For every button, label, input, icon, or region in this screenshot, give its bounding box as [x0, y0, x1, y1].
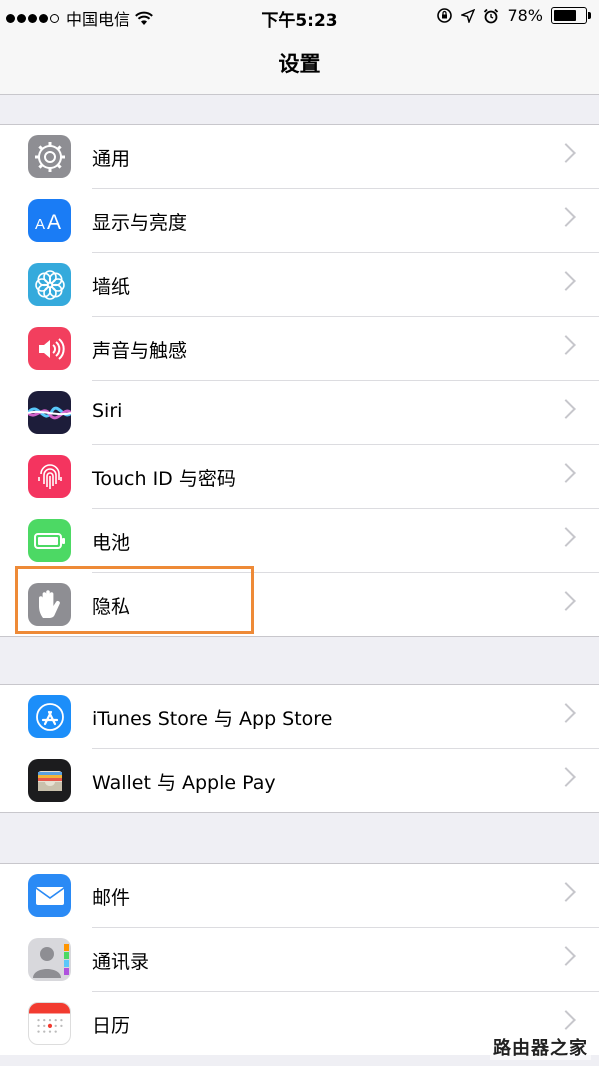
siri-icon: [28, 391, 71, 434]
settings-group-3: 邮件 通讯录 日历: [0, 863, 599, 1055]
status-right: 78%: [436, 6, 591, 25]
settings-item-siri[interactable]: Siri: [28, 381, 599, 445]
battery-icon: [28, 519, 71, 562]
gear-icon: [28, 135, 71, 178]
alarm-icon: [484, 8, 499, 23]
rotation-lock-icon: [437, 8, 453, 23]
watermark: 路由器之家: [490, 1034, 591, 1060]
calendar-icon: [28, 1002, 71, 1045]
settings-item-label: iTunes Store 与 App Store: [92, 708, 333, 730]
settings-group-1: 通用 A A 显示与亮度 墙纸 声音与触感 Siri Touch ID 与密码 …: [0, 124, 599, 637]
status-bar: 中国电信 下午5:23 78%: [0, 0, 599, 32]
chevron-right-icon: [556, 946, 576, 966]
battery-icon: [551, 7, 591, 24]
chevron-right-icon: [556, 767, 576, 787]
settings-item-itunes-app-store[interactable]: iTunes Store 与 App Store: [28, 685, 599, 749]
app-store-icon: [28, 695, 71, 738]
settings-item-label: 墙纸: [92, 276, 131, 298]
battery-percent: 78%: [507, 6, 543, 25]
flower-icon: [28, 263, 71, 306]
svg-text:A: A: [35, 216, 45, 233]
page-title: 设置: [278, 52, 321, 76]
settings-item-label: 隐私: [92, 596, 131, 618]
chevron-right-icon: [556, 882, 576, 902]
chevron-right-icon: [556, 271, 576, 291]
settings-item-contacts[interactable]: 通讯录: [28, 928, 599, 992]
settings-item-privacy[interactable]: 隐私: [28, 573, 599, 636]
settings-item-general[interactable]: 通用: [28, 125, 599, 189]
hand-icon: [28, 583, 71, 626]
settings-item-touch-id-passcode[interactable]: Touch ID 与密码: [28, 445, 599, 509]
chevron-right-icon: [556, 335, 576, 355]
settings-item-label: Wallet 与 Apple Pay: [92, 772, 276, 794]
settings-group-2: iTunes Store 与 App Store Wallet 与 Apple …: [0, 684, 599, 813]
settings-item-label: Siri: [92, 400, 123, 422]
chevron-right-icon: [556, 207, 576, 227]
fingerprint-icon: [28, 455, 71, 498]
settings-item-label: 日历: [92, 1015, 131, 1037]
speaker-icon: [28, 327, 71, 370]
settings-item-mail[interactable]: 邮件: [28, 864, 599, 928]
wallet-icon: [28, 759, 71, 802]
location-arrow-icon: [461, 8, 476, 23]
settings-item-label: Touch ID 与密码: [92, 468, 236, 490]
text-size-icon: A A: [28, 199, 71, 242]
settings-item-label: 通讯录: [92, 951, 150, 973]
chevron-right-icon: [556, 591, 576, 611]
settings-item-wallpaper[interactable]: 墙纸: [28, 253, 599, 317]
settings-item-wallet-apple-pay[interactable]: Wallet 与 Apple Pay: [28, 749, 599, 812]
settings-item-display-brightness[interactable]: A A 显示与亮度: [28, 189, 599, 253]
chevron-right-icon: [556, 527, 576, 547]
chevron-right-icon: [556, 1010, 576, 1030]
mail-icon: [28, 874, 71, 917]
navigation-bar: 设置: [0, 32, 599, 95]
settings-item-battery[interactable]: 电池: [28, 509, 599, 573]
svg-text:A: A: [47, 211, 61, 233]
chevron-right-icon: [556, 143, 576, 163]
settings-item-label: 邮件: [92, 887, 131, 909]
settings-item-sounds-haptics[interactable]: 声音与触感: [28, 317, 599, 381]
settings-item-label: 电池: [92, 532, 131, 554]
chevron-right-icon: [556, 703, 576, 723]
chevron-right-icon: [556, 463, 576, 483]
chevron-right-icon: [556, 399, 576, 419]
settings-item-label: 通用: [92, 148, 131, 170]
settings-item-label: 显示与亮度: [92, 212, 188, 234]
contacts-icon: [28, 938, 71, 981]
settings-item-label: 声音与触感: [92, 340, 188, 362]
